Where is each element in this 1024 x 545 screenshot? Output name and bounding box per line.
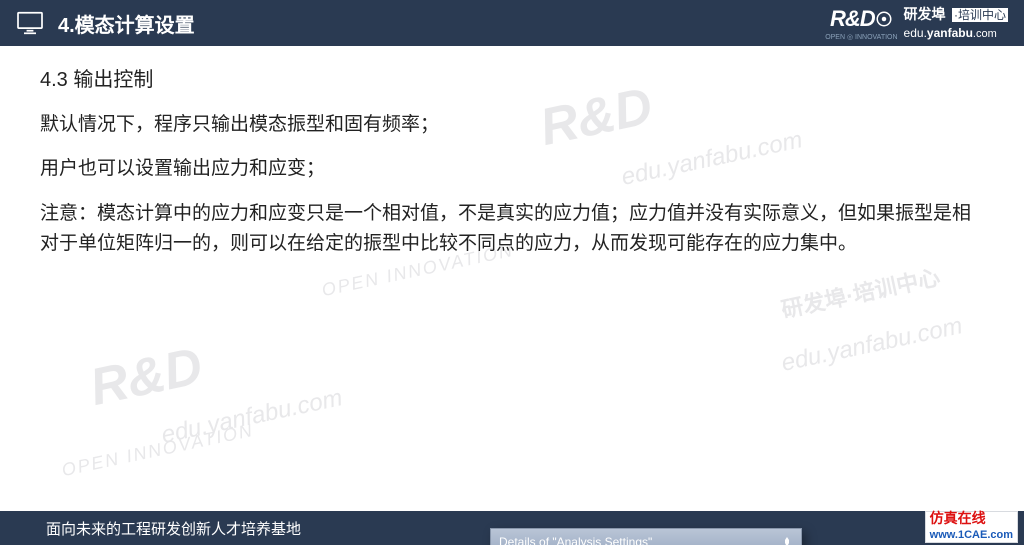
brand-suffix: ·培训中心 bbox=[952, 8, 1008, 22]
cae-top: 仿真在线 bbox=[930, 512, 1013, 529]
gear-icon bbox=[875, 10, 893, 28]
watermark: edu.yanfabu.com bbox=[158, 379, 346, 455]
brand-site-tld: .com bbox=[973, 28, 997, 40]
watermark: R&D bbox=[83, 325, 211, 430]
panel-title: Details of "Analysis Settings" bbox=[499, 533, 652, 545]
pin-icon[interactable] bbox=[781, 536, 793, 545]
brand-name: 研发埠 bbox=[904, 6, 946, 22]
header-right: R&D OPEN ◎ INNOVATION 研发埠 ·培训中心 edu.yanf… bbox=[825, 4, 1008, 42]
paragraph: 注意：模态计算中的应力和应变只是一个相对值，不是真实的应力值；应力值并没有实际意… bbox=[40, 199, 984, 260]
paragraph: 用户也可以设置输出应力和应变； bbox=[40, 154, 984, 184]
brand-site-domain: yanfabu bbox=[927, 26, 973, 40]
section-heading: 4.3 输出控制 bbox=[40, 64, 984, 96]
open-innovation-label: OPEN ◎ INNOVATION bbox=[825, 34, 897, 41]
cae-badge: 仿真在线 www.1CAE.com bbox=[925, 511, 1018, 543]
watermark: OPEN INNOVATION bbox=[59, 416, 256, 485]
brand-site-prefix: edu. bbox=[904, 26, 927, 40]
monitor-icon bbox=[16, 11, 44, 35]
cae-bot: www.1CAE.com bbox=[930, 529, 1013, 542]
analysis-settings-panel: Details of "Analysis Settings" + Options… bbox=[490, 528, 802, 545]
logo-rd: R&D OPEN ◎ INNOVATION 研发埠 ·培训中心 edu.yanf… bbox=[825, 4, 1008, 42]
header-left: 4.模态计算设置 bbox=[16, 9, 195, 38]
footer-left-text: 面向未来的工程研发创新人才培养基地 bbox=[46, 518, 301, 539]
page-title: 4.模态计算设置 bbox=[58, 9, 195, 38]
paragraph: 默认情况下，程序只输出模态振型和固有频率； bbox=[40, 110, 984, 140]
watermark: 研发埠·培训中心 bbox=[778, 260, 943, 328]
rd-text: R&D bbox=[830, 6, 875, 32]
watermark: edu.yanfabu.com bbox=[778, 307, 966, 383]
content-area: R&D edu.yanfabu.com OPEN INNOVATION R&D … bbox=[0, 46, 1024, 511]
header-bar: 4.模态计算设置 R&D OPEN ◎ INNOVATION 研发埠 ·培训中心 bbox=[0, 0, 1024, 46]
brand-stack: 研发埠 ·培训中心 edu.yanfabu.com bbox=[904, 4, 1008, 42]
panel-titlebar[interactable]: Details of "Analysis Settings" bbox=[490, 528, 802, 545]
